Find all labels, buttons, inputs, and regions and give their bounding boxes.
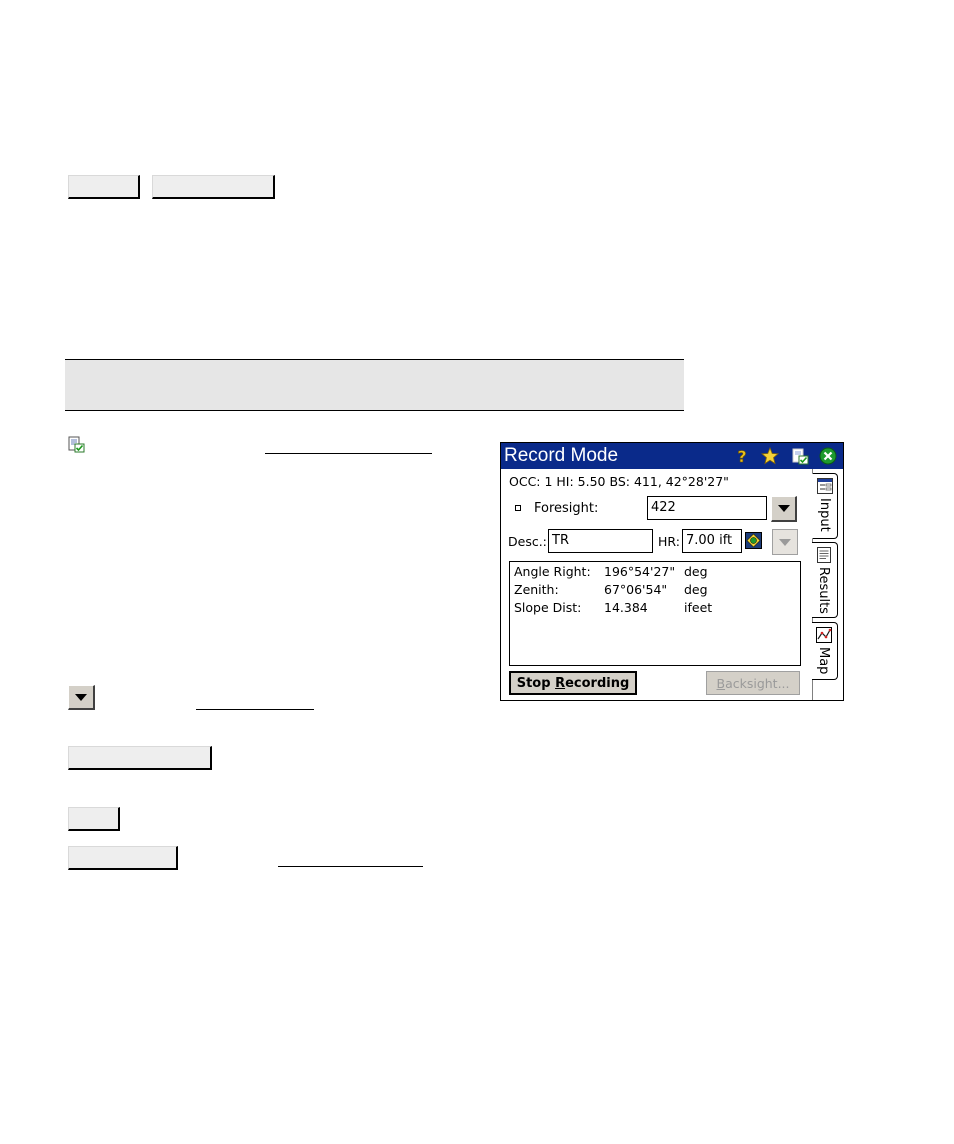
input-form-icon xyxy=(817,478,833,494)
shaded-band xyxy=(65,359,684,411)
result-label: Zenith: xyxy=(514,582,559,597)
observation-results-box: Angle Right: 196°54'27" deg Zenith: 67°0… xyxy=(509,561,801,666)
underline-2 xyxy=(196,709,314,710)
doc-button-3[interactable] xyxy=(68,746,212,770)
result-value: 14.384 xyxy=(604,600,648,615)
doc-button-2[interactable] xyxy=(152,175,275,199)
record-mode-dialog: Record Mode ? OCC: 1 HI: 5.50 BS: 411, 4… xyxy=(500,442,844,701)
results-sheet-icon xyxy=(817,547,831,563)
foresight-input[interactable]: 422 xyxy=(647,496,767,520)
help-icon[interactable]: ? xyxy=(733,447,751,465)
result-unit: deg xyxy=(684,564,708,579)
clipboard-check-icon[interactable] xyxy=(791,447,809,465)
desc-input[interactable]: TR xyxy=(548,529,653,553)
doc-button-1[interactable] xyxy=(68,175,140,199)
result-unit: ifeet xyxy=(684,600,713,615)
stop-label-hotkey: R xyxy=(555,675,566,691)
backsight-button[interactable]: Backsight... xyxy=(706,671,800,695)
tab-results-label: Results xyxy=(816,567,831,614)
svg-text:?: ? xyxy=(737,447,746,465)
hr-dropdown-button[interactable] xyxy=(772,529,798,555)
stop-recording-button[interactable]: Stop Recording xyxy=(509,671,637,695)
doc-button-4[interactable] xyxy=(68,807,120,831)
tab-input[interactable]: Input xyxy=(812,473,838,539)
tab-map[interactable]: Map xyxy=(812,622,838,680)
chevron-down-icon xyxy=(75,693,87,701)
dropdown-arrow-button[interactable] xyxy=(68,685,95,710)
chevron-down-icon xyxy=(777,505,790,512)
result-unit: deg xyxy=(684,582,708,597)
favorites-star-icon[interactable] xyxy=(761,447,779,465)
hr-input[interactable]: 7.00 ift xyxy=(682,529,742,553)
title-bar: Record Mode ? xyxy=(501,443,843,469)
tab-results[interactable]: Results xyxy=(812,542,838,618)
underline-3 xyxy=(278,866,423,867)
stop-label-post: ecording xyxy=(565,675,630,691)
hr-label: HR: xyxy=(658,534,680,549)
foresight-bullet-icon xyxy=(515,505,521,511)
dialog-title: Record Mode xyxy=(504,445,619,466)
result-label: Slope Dist: xyxy=(514,600,582,615)
target-prism-icon[interactable] xyxy=(745,532,762,549)
close-icon[interactable] xyxy=(819,447,837,465)
map-icon xyxy=(816,627,832,643)
backsight-label-post: acksight... xyxy=(725,675,790,691)
chevron-down-icon xyxy=(779,538,791,546)
tab-input-label: Input xyxy=(817,498,832,532)
doc-button-5[interactable] xyxy=(68,846,178,870)
occupied-station-info: OCC: 1 HI: 5.50 BS: 411, 42°28'27" xyxy=(509,474,729,489)
underline-1 xyxy=(265,453,432,454)
tab-map-label: Map xyxy=(816,647,831,675)
desc-label: Desc.: xyxy=(508,534,547,549)
backsight-label-hotkey: B xyxy=(716,675,726,691)
result-label: Angle Right: xyxy=(514,564,591,579)
stop-label-pre: Stop xyxy=(516,675,556,691)
foresight-label: Foresight: xyxy=(534,501,599,516)
clipboard-check-icon xyxy=(68,436,85,453)
foresight-dropdown-button[interactable] xyxy=(771,496,797,522)
result-value: 196°54'27" xyxy=(604,564,676,579)
result-value: 67°06'54" xyxy=(604,582,668,597)
